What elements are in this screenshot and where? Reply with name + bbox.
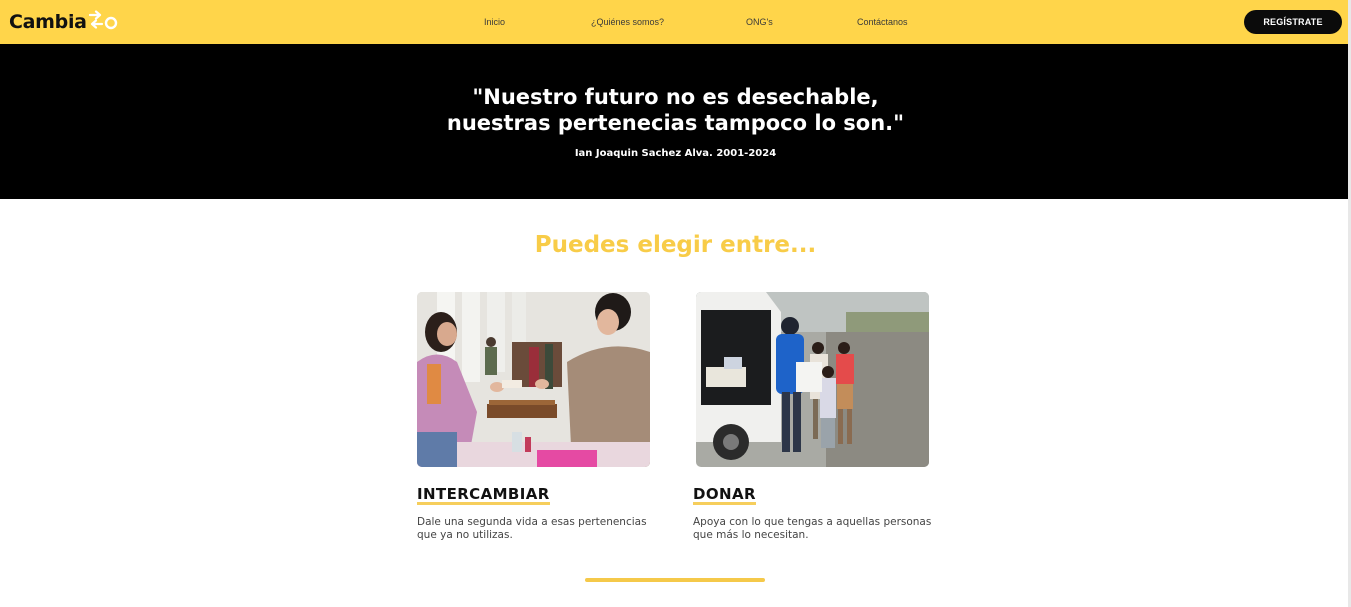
nav-quienes-somos[interactable]: ¿Quiénes somos? <box>591 17 664 27</box>
card-title-text: INTERCAMBIAR <box>417 485 550 503</box>
description-line-2: que más lo necesitan. <box>693 529 809 541</box>
nav-inicio[interactable]: Inicio <box>484 17 505 27</box>
card-title-donar[interactable]: DONAR <box>693 485 756 505</box>
register-button[interactable]: REGÍSTRATE <box>1244 10 1342 34</box>
logo[interactable]: Cambia <box>9 10 118 34</box>
card-title-text: DONAR <box>693 485 756 503</box>
quote-author: Ian Joaquin Sachez Alva. 2001-2024 <box>574 148 777 159</box>
top-navbar: Cambia Inicio ¿Quiénes somos? ONG's Cont… <box>0 0 1351 44</box>
card-description-donar: Apoya con lo que tengas a aquellas perso… <box>693 516 933 542</box>
nav-contactanos[interactable]: Contáctanos <box>857 17 908 27</box>
card-title-intercambiar[interactable]: INTERCAMBIAR <box>417 485 550 505</box>
quote-line-2: nuestras pertenecias tampoco lo son." <box>446 111 905 135</box>
donation-photo[interactable] <box>696 292 929 467</box>
description-line-1: Apoya con lo que tengas a aquellas perso… <box>693 516 932 528</box>
description-line-1: Dale una segunda vida a esas pertenencia… <box>417 516 647 528</box>
title-underline <box>417 502 550 505</box>
section-divider <box>585 578 765 582</box>
section-title: Puedes elegir entre... <box>534 232 817 258</box>
description-line-2: que ya no utilizas. <box>417 529 513 541</box>
quote-line-1: "Nuestro futuro no es desechable, <box>472 85 879 109</box>
title-underline <box>693 502 756 505</box>
quote-banner: "Nuestro futuro no es desechable, nuestr… <box>0 44 1351 199</box>
logo-text: Cambia <box>9 11 87 33</box>
hero-quote: "Nuestro futuro no es desechable, nuestr… <box>0 84 1351 136</box>
swap-arrows-icon <box>88 10 118 34</box>
nav-ongs[interactable]: ONG's <box>746 17 773 27</box>
card-description-intercambiar: Dale una segunda vida a esas pertenencia… <box>417 516 657 542</box>
exchange-photo[interactable] <box>417 292 650 467</box>
